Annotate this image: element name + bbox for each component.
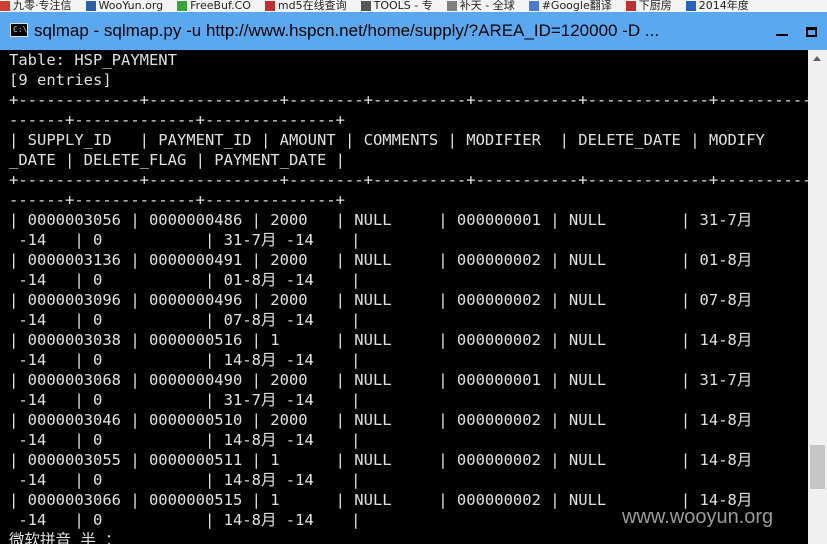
bookmark-label: 补天 - 全球	[459, 0, 515, 12]
minimize-icon	[776, 34, 788, 36]
kitchen-icon	[625, 1, 636, 11]
console-line: -14 | 0 | 07-8月 -14 |	[9, 311, 361, 329]
translate-icon	[528, 1, 539, 11]
console-line: -14 | 0 | 14-8月 -14 |	[9, 511, 361, 529]
scroll-up-button[interactable]	[808, 50, 827, 67]
bookmark-item[interactable]: 2014年度	[685, 0, 749, 12]
bookmark-item[interactable]: FreeBuf.CO	[177, 0, 251, 12]
console-line: | 0000003055 | 0000000511 | 1 | NULL | 0…	[9, 451, 753, 469]
console-line: -14 | 0 | 14-8月 -14 |	[9, 431, 361, 449]
console-line: ------+-------------+--------------+	[9, 191, 345, 209]
console-line: Table: HSP_PAYMENT	[9, 51, 177, 69]
bookmark-label: WooYun.org	[98, 0, 164, 12]
bookmark-item[interactable]: 补天 - 全球	[446, 0, 515, 12]
watermark: www.wooyun.org	[622, 506, 774, 528]
console-line: _DATE | DELETE_FLAG | PAYMENT_DATE |	[9, 151, 345, 169]
wooyun-icon	[85, 1, 96, 11]
console-line: | SUPPLY_ID | PAYMENT_ID | AMOUNT | COMM…	[9, 131, 765, 149]
console-line: | 0000003136 | 0000000491 | 2000 | NULL …	[9, 251, 753, 269]
console-line: -14 | 0 | 31-7月 -14 |	[9, 231, 361, 249]
arrow-up-icon	[813, 56, 821, 61]
freebuf-icon	[177, 1, 188, 11]
bookmark-label: 2014年度	[698, 0, 749, 12]
bookmark-item[interactable]: md5在线查询	[264, 0, 347, 12]
bookmark-item[interactable]: TOOLS - 专	[360, 0, 433, 12]
console-line: | 0000003056 | 0000000486 | 2000 | NULL …	[9, 211, 753, 229]
vertical-scrollbar[interactable]	[808, 50, 827, 544]
bookmark-item[interactable]: #Google翻译	[528, 0, 612, 12]
console-line: | 0000003046 | 0000000510 | 2000 | NULL …	[9, 411, 753, 429]
circle-icon	[685, 1, 696, 11]
console-line: +-------------+--------------+--------+-…	[9, 171, 808, 189]
console-output[interactable]: Table: HSP_PAYMENT [9 entries] +----------…	[0, 50, 808, 544]
bookmark-label: #Google翻译	[541, 0, 612, 12]
bookmark-item[interactable]: 九零·专注信	[0, 0, 72, 12]
bookmarks-bar: 九零·专注信 WooYun.org FreeBuf.CO md5在线查询 TOOLS -…	[0, 0, 827, 12]
maximize-button[interactable]	[800, 24, 827, 44]
bookmark-item[interactable]: WooYun.org	[85, 0, 164, 12]
minimize-button[interactable]	[765, 24, 799, 44]
console-line: | 0000003096 | 0000000496 | 2000 | NULL …	[9, 291, 753, 309]
console-line: ------+-------------+--------------+	[9, 111, 345, 129]
grid-icon	[264, 1, 275, 11]
console-line: +-------------+--------------+--------+-…	[9, 91, 808, 109]
bookmark-label: TOOLS - 专	[373, 0, 433, 12]
console-line: 微软拼音 半 ：	[9, 531, 121, 544]
cmd-icon[interactable]: C:\	[10, 23, 28, 37]
bookmark-item[interactable]: 下厨房	[625, 0, 672, 12]
console-line: | 0000003068 | 0000000490 | 2000 | NULL …	[9, 371, 753, 389]
bookmark-label: 下厨房	[638, 0, 672, 12]
cmd-icon-text: C:\	[13, 25, 28, 34]
site-icon	[0, 1, 10, 11]
console-line: -14 | 0 | 31-7月 -14 |	[9, 391, 361, 409]
console-line: -14 | 0 | 01-8月 -14 |	[9, 271, 361, 289]
tools-icon	[360, 1, 371, 11]
bookmark-label: FreeBuf.CO	[190, 0, 251, 12]
console-line: -14 | 0 | 14-8月 -14 |	[9, 351, 361, 369]
maximize-icon	[806, 27, 817, 37]
window-title: sqlmap - sqlmap.py -u http://www.hspcn.n…	[34, 21, 660, 40]
bookmark-label: md5在线查询	[277, 0, 347, 12]
scroll-thumb[interactable]	[810, 445, 825, 489]
console-line: | 0000003038 | 0000000516 | 1 | NULL | 0…	[9, 331, 753, 349]
bookmark-label: 九零·专注信	[13, 0, 72, 12]
star-icon	[446, 1, 457, 11]
console-line: [9 entries]	[9, 71, 112, 89]
console-line: -14 | 0 | 14-8月 -14 |	[9, 471, 361, 489]
title-bar[interactable]: C:\ sqlmap - sqlmap.py -u http://www.hsp…	[0, 12, 827, 50]
